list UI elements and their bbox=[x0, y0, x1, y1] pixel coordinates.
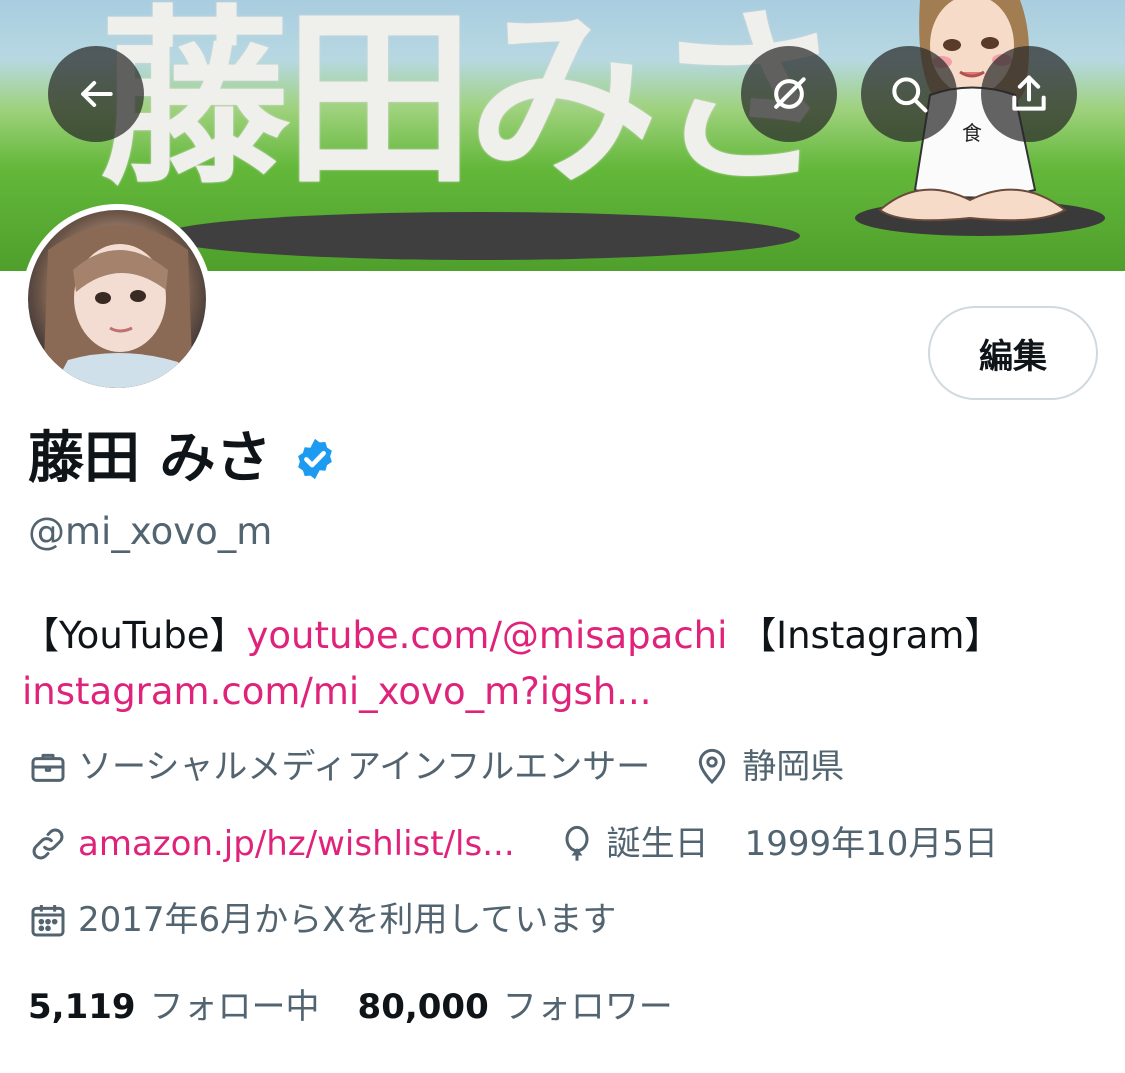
followers-link[interactable]: 80,000 フォロワー bbox=[358, 985, 673, 1029]
joined-item: 2017年6月からXを利用しています bbox=[28, 898, 616, 942]
follow-counts: 5,119 フォロー中 80,000 フォロワー bbox=[28, 985, 673, 1029]
location-text: 静岡県 bbox=[742, 747, 845, 787]
following-link[interactable]: 5,119 フォロー中 bbox=[28, 985, 320, 1029]
balloon-icon bbox=[565, 825, 589, 861]
briefcase-icon bbox=[31, 753, 65, 782]
back-button[interactable] bbox=[48, 46, 144, 142]
verified-badge-icon[interactable] bbox=[292, 436, 338, 482]
banner-title: 藤田みさ bbox=[100, 0, 842, 210]
location-pin-icon bbox=[699, 748, 726, 785]
arrow-left-icon bbox=[81, 80, 113, 108]
meta-row-joined: 2017年6月からXを利用しています bbox=[28, 898, 616, 942]
location-item: 静岡県 bbox=[692, 745, 844, 789]
grok-button[interactable] bbox=[741, 46, 837, 142]
user-handle: @mi_xovo_m bbox=[28, 510, 273, 553]
avatar-image bbox=[28, 210, 206, 388]
meta-row-category-location: ソーシャルメディアインフルエンサー 静岡県 bbox=[28, 745, 844, 789]
website-item[interactable]: amazon.jp/hz/wishlist/ls... bbox=[28, 822, 515, 866]
instagram-link[interactable]: instagram.com/mi_xovo_m?igsh... bbox=[22, 670, 652, 713]
following-label: フォロー中 bbox=[149, 987, 320, 1027]
svg-text:食: 食 bbox=[962, 121, 982, 145]
search-icon bbox=[892, 77, 928, 113]
bio-youtube-label: 【YouTube】 bbox=[22, 614, 247, 657]
grok-icon bbox=[774, 77, 806, 109]
display-name: 藤田 みさ bbox=[28, 426, 272, 491]
edit-profile-button[interactable]: 編集 bbox=[928, 306, 1098, 400]
category-item: ソーシャルメディアインフルエンサー bbox=[28, 745, 650, 789]
display-name-row: 藤田 みさ bbox=[28, 424, 338, 494]
link-icon bbox=[32, 828, 64, 860]
category-text: ソーシャルメディアインフルエンサー bbox=[78, 747, 651, 787]
youtube-link[interactable]: youtube.com/@misapachi bbox=[246, 614, 727, 657]
bio-instagram-label: 【Instagram】 bbox=[739, 614, 1002, 657]
bio: 【YouTube】youtube.com/@misapachi 【Instagr… bbox=[22, 608, 1102, 720]
avatar[interactable] bbox=[22, 204, 212, 394]
share-button[interactable] bbox=[981, 46, 1077, 142]
birthday-date: 1999年10月5日 bbox=[744, 824, 999, 864]
calendar-icon bbox=[31, 905, 65, 937]
avatar-portrait bbox=[43, 225, 193, 388]
website-link[interactable]: amazon.jp/hz/wishlist/ls... bbox=[78, 822, 515, 866]
share-icon bbox=[1012, 75, 1046, 111]
followers-count: 80,000 bbox=[357, 987, 489, 1027]
birthday-item: 誕生日 1999年10月5日 bbox=[557, 822, 998, 866]
birthday-label: 誕生日 bbox=[606, 824, 709, 864]
search-button[interactable] bbox=[861, 46, 957, 142]
joined-text: 2017年6月からXを利用しています bbox=[78, 900, 617, 940]
followers-label: フォロワー bbox=[502, 987, 673, 1027]
banner-shadow bbox=[160, 212, 800, 260]
meta-row-website-birthday: amazon.jp/hz/wishlist/ls... 誕生日 1999年10月… bbox=[28, 822, 998, 866]
profile-page: 藤田みさ 食 編集 藤田 みさ @mi_xovo_m 【YouTube】yout… bbox=[0, 0, 1125, 1073]
following-count: 5,119 bbox=[28, 987, 136, 1027]
